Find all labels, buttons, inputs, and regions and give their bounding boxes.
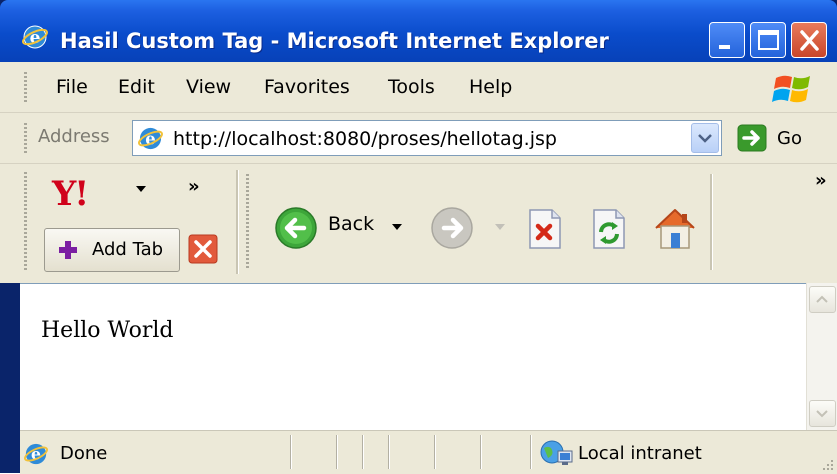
nav-overflow-chevron[interactable]: » — [815, 170, 827, 191]
title-bar[interactable]: e Hasil Custom Tag - Microsoft Internet … — [0, 0, 837, 62]
chevron-down-icon — [816, 410, 828, 418]
home-icon[interactable] — [652, 206, 698, 250]
menu-help[interactable]: Help — [469, 76, 512, 98]
status-divider — [336, 435, 338, 469]
menu-favorites[interactable]: Favorites — [264, 76, 350, 98]
maximize-icon — [758, 30, 779, 50]
minimize-button[interactable] — [709, 22, 745, 58]
close-tab-icon[interactable] — [188, 234, 218, 264]
back-button[interactable]: Back — [328, 213, 374, 235]
status-divider — [480, 435, 482, 469]
go-button[interactable]: Go — [777, 128, 802, 149]
address-input[interactable]: e http://localhost:8080/proses/hellotag.… — [132, 120, 722, 156]
minimize-icon — [719, 45, 730, 49]
address-url: http://localhost:8080/proses/hellotag.js… — [173, 128, 557, 150]
browser-chrome: File Edit View Favorites Tools Help Addr… — [0, 62, 837, 283]
forward-dropdown-icon[interactable] — [494, 222, 506, 232]
internet-explorer-icon: e — [22, 25, 48, 49]
scroll-down-button[interactable] — [809, 400, 836, 427]
add-tab-button[interactable]: Add Tab — [44, 228, 180, 272]
window-title: Hasil Custom Tag - Microsoft Internet Ex… — [60, 29, 609, 53]
status-text: Done — [60, 443, 108, 464]
close-button[interactable] — [791, 22, 827, 58]
menu-tools[interactable]: Tools — [388, 76, 435, 98]
yahoo-logo[interactable]: Y! — [52, 174, 89, 214]
status-bar: e Done Local intranet — [20, 430, 837, 474]
refresh-icon[interactable] — [590, 208, 628, 250]
hello-world-text: Hello World — [41, 318, 174, 343]
back-arrow-icon[interactable] — [274, 206, 318, 250]
browser-window: e Hasil Custom Tag - Microsoft Internet … — [0, 0, 837, 474]
nav-grip[interactable] — [246, 174, 249, 270]
nav-toolbar-separator — [710, 174, 713, 270]
yahoo-toolbar: Y! » Add Tab — [32, 168, 232, 274]
chevron-up-icon — [816, 295, 828, 303]
vertical-scrollbar[interactable] — [806, 283, 837, 430]
resize-grip-icon[interactable] — [821, 458, 835, 472]
page-content[interactable]: Hello World — [20, 283, 806, 431]
menu-grip[interactable] — [24, 72, 27, 102]
address-grip[interactable] — [24, 123, 27, 153]
go-arrow-icon[interactable] — [737, 124, 767, 152]
status-divider — [290, 435, 292, 469]
status-divider — [530, 435, 532, 469]
page-done-icon: e — [24, 443, 48, 465]
menu-edit[interactable]: Edit — [118, 76, 155, 98]
address-dropdown-button[interactable] — [691, 123, 719, 153]
address-label: Address — [38, 126, 110, 147]
local-intranet-icon — [540, 440, 573, 465]
yahoo-overflow-chevron[interactable]: » — [188, 176, 200, 197]
address-toolbar: Address e http://localhost:8080/proses/h… — [0, 113, 837, 164]
maximize-button[interactable] — [750, 22, 786, 58]
menu-file[interactable]: File — [56, 76, 88, 98]
status-divider — [434, 435, 436, 469]
add-tab-label: Add Tab — [92, 239, 164, 260]
close-icon — [800, 30, 819, 51]
chevron-down-icon — [698, 134, 712, 143]
yahoo-grip[interactable] — [24, 172, 27, 272]
plus-icon — [59, 241, 77, 259]
page-ie-icon: e — [138, 127, 163, 150]
status-divider — [388, 435, 390, 469]
toolbar-separator — [236, 170, 239, 274]
menu-bar: File Edit View Favorites Tools Help — [0, 62, 837, 113]
zone-text: Local intranet — [578, 443, 702, 464]
toolbar-area: Y! » Add Tab Back » — [0, 164, 837, 282]
status-divider — [362, 435, 364, 469]
yahoo-dropdown-icon[interactable] — [134, 184, 148, 194]
scroll-up-button[interactable] — [809, 286, 836, 313]
back-dropdown-icon[interactable] — [391, 222, 403, 232]
forward-arrow-icon[interactable] — [430, 206, 474, 250]
windows-logo-icon — [772, 75, 810, 103]
stop-icon[interactable] — [526, 208, 564, 250]
menu-view[interactable]: View — [186, 76, 231, 98]
